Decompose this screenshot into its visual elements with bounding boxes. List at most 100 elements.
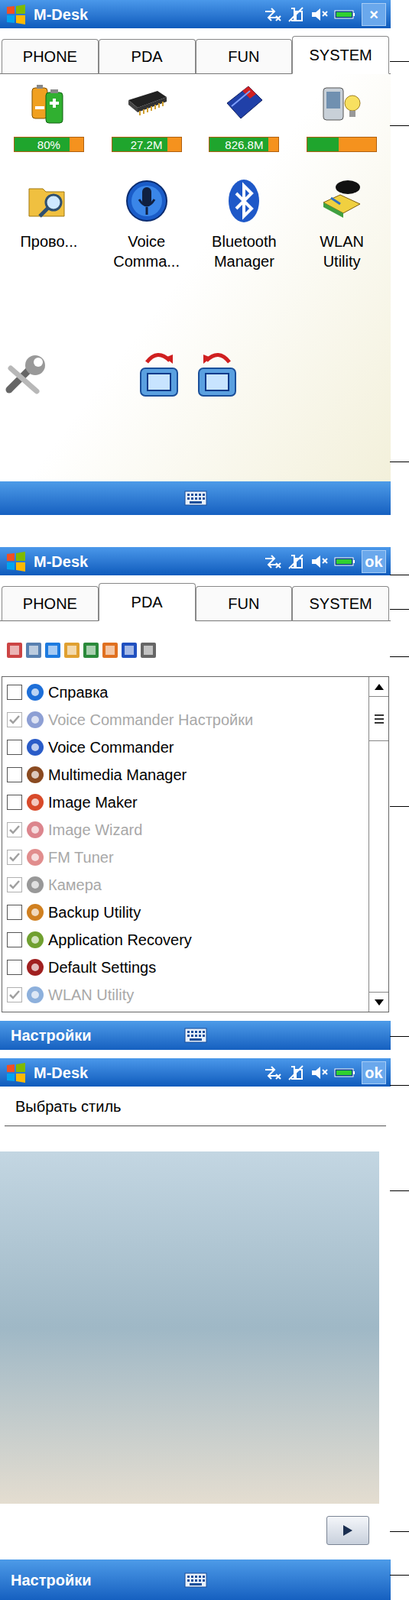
keyboard-icon[interactable] [184,1028,208,1044]
tab[interactable]: PHONE [1,586,99,622]
checkbox[interactable] [6,795,23,811]
phone-off-icon[interactable] [286,552,306,572]
memory-card-icon[interactable] [220,80,267,127]
checkbox[interactable] [6,905,23,921]
close-button[interactable]: × [361,3,387,26]
checkbox[interactable] [6,822,23,838]
program-row[interactable]: FM Tuner [2,843,369,872]
app-shortcut[interactable]: Voice Comma... [97,176,196,272]
scroll-up-button[interactable] [369,677,389,698]
memory-chip-icon[interactable] [123,80,170,127]
tab[interactable]: SYSTEM [292,35,390,75]
checkbox[interactable] [6,850,23,866]
program-icon [25,875,46,896]
file-explorer-icon[interactable] [24,176,74,226]
bluetooth-icon[interactable] [219,176,269,226]
battery-icon[interactable] [25,80,72,127]
tab[interactable]: PDA [98,38,196,75]
program-row[interactable]: Камера [2,871,369,900]
checkbox[interactable] [6,684,23,701]
checkbox[interactable] [6,987,23,1004]
connectivity-icon[interactable] [262,1064,283,1083]
settings-softkey[interactable]: Настройки [10,1027,92,1045]
program-row[interactable]: Voice Commander Настройки [2,706,369,734]
speaker-icon[interactable] [309,1064,330,1083]
phone-off-icon[interactable] [286,1064,306,1083]
program-shortcut-icon[interactable] [82,641,100,660]
program-shortcut-icon[interactable] [120,641,138,660]
arrow-down-icon [374,999,384,1007]
program-shortcut-icon[interactable] [25,641,43,660]
program-row[interactable]: Multimedia Manager [2,761,369,789]
windows-logo-icon[interactable] [4,3,28,26]
meter-item[interactable]: 27.2M [97,80,196,153]
connectivity-icon[interactable] [262,552,283,572]
program-row[interactable]: Image Maker [2,788,369,817]
checkbox[interactable] [6,960,23,976]
connectivity-icon[interactable] [262,5,283,24]
callout-line [389,609,409,611]
checkbox[interactable] [6,932,23,948]
tab[interactable]: PHONE [1,38,99,75]
program-row[interactable]: Application Recovery [2,926,369,955]
program-shortcut-icon[interactable] [63,641,81,660]
program-shortcut-icon[interactable] [6,641,23,660]
callout-line [389,656,409,658]
wlan-utility-icon[interactable] [317,176,367,226]
meter-bar: 80% [13,136,85,153]
checkbox[interactable] [6,767,23,783]
program-row[interactable]: Voice Commander [2,733,369,762]
battery-status-icon[interactable] [334,9,356,20]
checkbox[interactable] [6,877,23,893]
speaker-icon[interactable] [309,552,330,572]
program-shortcut-icon[interactable] [44,641,62,660]
settings-softkey[interactable]: Настройки [10,1572,92,1590]
wrench-tools-icon[interactable] [3,351,52,400]
scrollbar[interactable] [368,677,389,1013]
app-shortcut[interactable]: Bluetooth Manager [195,176,294,272]
program-icon [25,792,46,813]
check-mark-icon [8,714,21,727]
window-title: M-Desk [33,554,88,570]
ok-button[interactable]: ok [361,550,387,574]
battery-status-icon[interactable] [334,1068,356,1078]
battery-status-icon[interactable] [334,557,356,567]
program-label: Voice Commander Настройки [48,708,254,732]
rotate-right-button[interactable] [137,348,181,400]
voice-commander-icon[interactable] [122,176,172,226]
program-row[interactable]: Image Wizard [2,816,369,844]
tab[interactable]: SYSTEM [292,586,390,622]
app-shortcut[interactable]: WLAN Utility [292,176,391,272]
scroll-down-button[interactable] [369,992,389,1013]
scroll-thumb[interactable] [369,697,389,742]
meter-item[interactable]: 826.8M [195,80,294,153]
program-list: СправкаVoice Commander НастройкиVoice Co… [1,676,390,1013]
tab[interactable]: PDA [98,583,196,622]
windows-logo-icon[interactable] [4,551,28,573]
phone-off-icon[interactable] [286,5,306,24]
callout-line [389,1191,409,1192]
meter-item[interactable]: 80% [0,80,98,153]
backlight-icon[interactable] [318,80,365,127]
program-row[interactable]: WLAN Utility [2,981,369,1010]
meter-reading: 27.2M [130,139,163,151]
tab[interactable]: FUN [195,586,293,622]
rotate-left-button[interactable] [195,348,239,400]
checkbox[interactable] [6,712,23,728]
tab[interactable]: FUN [195,38,293,75]
app-shortcut[interactable]: Прово... [0,176,98,272]
keyboard-icon[interactable] [184,1573,208,1589]
keyboard-icon[interactable] [184,490,208,507]
program-row[interactable]: Default Settings [2,954,369,982]
checkbox[interactable] [6,740,23,756]
windows-logo-icon[interactable] [4,1062,28,1085]
ok-button[interactable]: ok [361,1061,387,1085]
program-shortcut-icon[interactable] [139,641,157,660]
program-row[interactable]: Справка [2,678,369,707]
meter-item[interactable] [292,80,391,153]
program-shortcut-icon[interactable] [101,641,119,660]
speaker-icon[interactable] [309,5,330,24]
program-row[interactable]: Backup Utility [2,899,369,927]
program-icon [25,985,46,1006]
next-style-button[interactable] [326,1516,370,1546]
